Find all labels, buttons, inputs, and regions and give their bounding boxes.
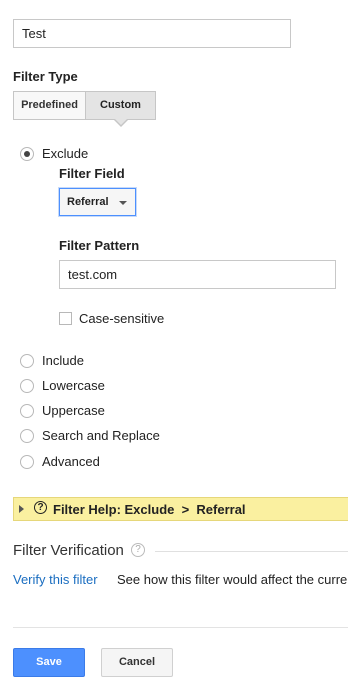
case-sensitive-checkbox[interactable] (59, 312, 72, 325)
verify-filter-link[interactable]: Verify this filter (13, 572, 98, 587)
footer-divider (13, 627, 348, 628)
case-sensitive-label: Case-sensitive (79, 311, 165, 326)
filter-help-bar[interactable]: ? Filter Help: Exclude > Referral (13, 497, 348, 521)
radio-exclude-label: Exclude (42, 146, 89, 161)
question-circle-icon: ? (34, 501, 47, 514)
chevron-down-icon (119, 201, 127, 205)
radio-search-replace[interactable] (20, 429, 34, 443)
radio-search-replace-label: Search and Replace (42, 428, 160, 443)
filter-type-label: Filter Type (13, 69, 78, 84)
radio-lowercase-label: Lowercase (42, 378, 105, 393)
radio-advanced[interactable] (20, 455, 34, 469)
save-button[interactable]: Save (13, 648, 85, 677)
filter-pattern-label: Filter Pattern (59, 238, 140, 253)
radio-exclude[interactable] (20, 147, 34, 161)
filter-name-input[interactable] (13, 19, 291, 48)
section-divider (155, 551, 348, 552)
filter-help-text: Filter Help: Exclude > Referral (53, 502, 246, 517)
help-icon[interactable]: ? (131, 543, 145, 557)
cancel-button[interactable]: Cancel (101, 648, 173, 677)
filter-field-select[interactable]: Referral (59, 188, 136, 216)
radio-include-label: Include (42, 353, 84, 368)
filter-verification-title: Filter Verification (13, 542, 124, 559)
verification-description: See how this filter would affect the cur… (117, 572, 348, 587)
radio-uppercase[interactable] (20, 404, 34, 418)
expand-triangle-icon (19, 505, 24, 513)
radio-include[interactable] (20, 354, 34, 368)
tab-predefined[interactable]: Predefined (13, 91, 85, 120)
filter-pattern-input[interactable] (59, 260, 336, 289)
radio-advanced-label: Advanced (42, 454, 100, 469)
filter-field-label: Filter Field (59, 166, 125, 181)
radio-uppercase-label: Uppercase (42, 403, 105, 418)
tab-pointer-inner (114, 118, 128, 125)
filter-field-value: Referral (67, 196, 109, 208)
tab-custom[interactable]: Custom (85, 91, 156, 120)
radio-lowercase[interactable] (20, 379, 34, 393)
